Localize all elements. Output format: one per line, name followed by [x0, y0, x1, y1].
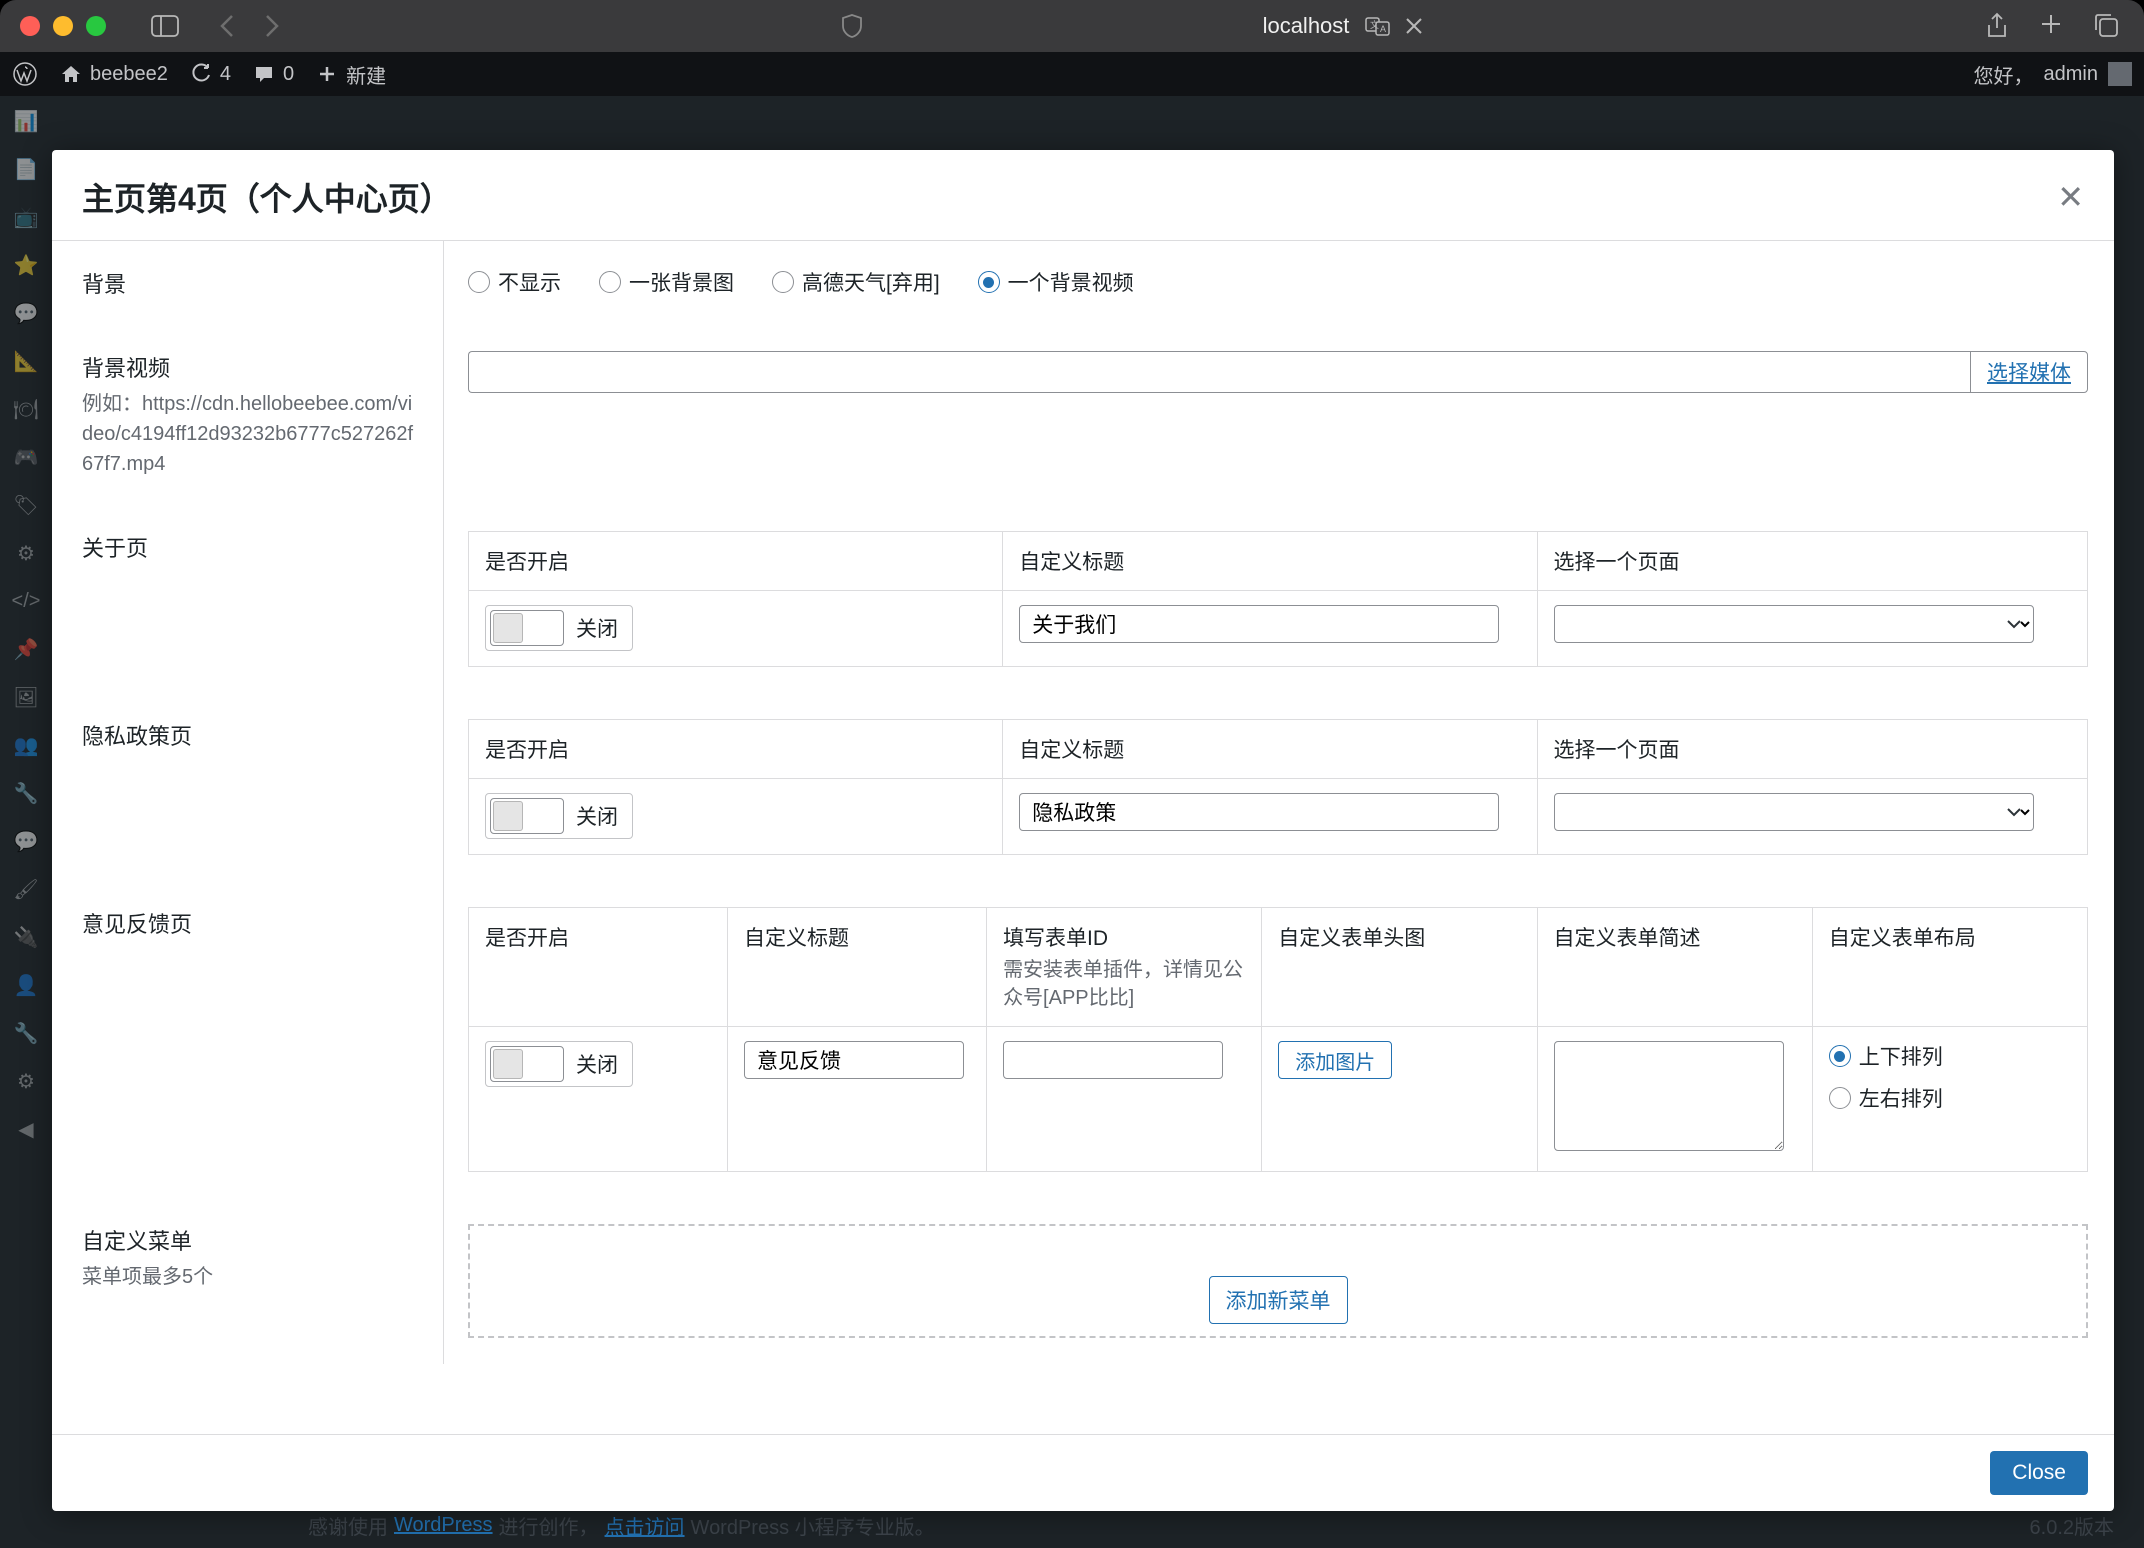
label-background: 背景	[52, 241, 444, 325]
privacy-title-input[interactable]	[1019, 793, 1499, 831]
select-media-button[interactable]: 选择媒体	[1970, 351, 2088, 393]
svg-text:A: A	[1380, 24, 1386, 34]
feedback-col-title: 自定义标题	[728, 908, 987, 1027]
feedback-formid-input[interactable]	[1003, 1041, 1223, 1079]
adminbar-comments[interactable]: 0	[253, 63, 294, 86]
feedback-col-layout: 自定义表单布局	[1812, 908, 2087, 1027]
plus-icon	[316, 63, 338, 85]
browser-titlebar: localhost 文A	[0, 0, 2144, 52]
adminbar-new[interactable]: 新建	[316, 60, 386, 89]
radio-bg-video[interactable]: 一个背景视频	[978, 267, 1134, 297]
about-table: 是否开启 自定义标题 选择一个页面 关闭	[468, 531, 2088, 667]
home-icon	[60, 63, 82, 85]
minimize-window-button[interactable]	[53, 16, 73, 36]
label-custom-menu: 自定义菜单	[82, 1224, 423, 1256]
adminbar-new-label: 新建	[346, 60, 386, 89]
clear-icon[interactable]	[1404, 16, 1424, 36]
label-bgvideo: 背景视频	[82, 351, 423, 383]
adminbar-comments-count: 0	[283, 63, 294, 86]
adminbar-site-name: beebee2	[90, 63, 168, 86]
modal-header: 主页第4页（个人中心页） ✕	[52, 150, 2114, 241]
feedback-col-enable: 是否开启	[469, 908, 728, 1027]
adminbar-user-menu[interactable]: 您好， admin	[1974, 60, 2132, 89]
feedback-table: 是否开启 自定义标题 填写表单ID 需安装表单插件，详情见公众号[APP比比] …	[468, 907, 2088, 1172]
feedback-col-desc: 自定义表单简述	[1537, 908, 1812, 1027]
click-visit-link[interactable]: 点击访问	[605, 1511, 685, 1540]
modal-footer: Close	[52, 1434, 2114, 1511]
adminbar-greeting: 您好，	[1974, 60, 2034, 89]
privacy-page-select[interactable]	[1554, 793, 2034, 831]
modal-title: 主页第4页（个人中心页）	[82, 174, 452, 220]
wordpress-link[interactable]: WordPress	[394, 1514, 493, 1537]
new-tab-icon[interactable]	[2039, 12, 2063, 40]
wp-footer-text: 感谢使用 WordPress 进行创作， 点击访问 WordPress 小程序专…	[308, 1511, 935, 1540]
radio-bg-none[interactable]: 不显示	[468, 267, 561, 297]
adminbar-updates[interactable]: 4	[190, 63, 231, 86]
translate-icon[interactable]: 文A	[1364, 15, 1392, 37]
comment-icon	[253, 63, 275, 85]
settings-modal: 主页第4页（个人中心页） ✕ 背景 不显示 一张背景图 高德天气[弃用] 一个背…	[52, 150, 2114, 1511]
adminbar-username: admin	[2044, 63, 2098, 86]
nav-forward-button[interactable]	[262, 13, 280, 39]
close-window-button[interactable]	[20, 16, 40, 36]
wp-version: 6.0.2版本	[2030, 1511, 2114, 1540]
privacy-col-enable: 是否开启	[469, 720, 1003, 779]
label-privacy: 隐私政策页	[52, 693, 444, 881]
about-page-select[interactable]	[1554, 605, 2034, 643]
window-controls	[20, 16, 106, 36]
about-col-enable: 是否开启	[469, 532, 1003, 591]
adminbar-site-link[interactable]: beebee2	[60, 63, 168, 86]
about-enable-toggle[interactable]	[490, 610, 564, 646]
maximize-window-button[interactable]	[86, 16, 106, 36]
feedback-title-input[interactable]	[744, 1041, 964, 1079]
modal-close-x-button[interactable]: ✕	[2057, 178, 2084, 216]
close-button[interactable]: Close	[1990, 1451, 2088, 1495]
radio-layout-horizontal[interactable]: 左右排列	[1829, 1083, 1943, 1113]
about-col-title: 自定义标题	[1003, 532, 1537, 591]
custom-menu-dropzone: 添加新菜单	[468, 1224, 2088, 1338]
privacy-col-title: 自定义标题	[1003, 720, 1537, 779]
privacy-enable-toggle[interactable]	[490, 798, 564, 834]
about-col-page: 选择一个页面	[1537, 532, 2087, 591]
radio-layout-vertical[interactable]: 上下排列	[1829, 1041, 1943, 1071]
radio-bg-image[interactable]: 一张背景图	[599, 267, 734, 297]
label-feedback: 意见反馈页	[52, 881, 444, 1198]
feedback-toggle-state: 关闭	[576, 1049, 618, 1079]
radio-bg-gaode[interactable]: 高德天气[弃用]	[772, 267, 940, 297]
url-text[interactable]: localhost	[1263, 13, 1350, 39]
add-image-button[interactable]: 添加图片	[1278, 1041, 1392, 1079]
share-icon[interactable]	[1985, 12, 2009, 40]
wp-logo-icon[interactable]	[12, 61, 38, 87]
shield-icon[interactable]	[841, 13, 863, 39]
about-title-input[interactable]	[1019, 605, 1499, 643]
about-toggle-state: 关闭	[576, 613, 618, 643]
label-custom-menu-sub: 菜单项最多5个	[82, 1262, 423, 1292]
privacy-col-page: 选择一个页面	[1537, 720, 2087, 779]
label-about: 关于页	[52, 505, 444, 693]
refresh-icon	[190, 63, 212, 85]
label-bgvideo-sub: 例如：https://cdn.hellobeebee.com/video/c41…	[82, 389, 423, 479]
privacy-toggle-state: 关闭	[576, 801, 618, 831]
privacy-table: 是否开启 自定义标题 选择一个页面 关闭	[468, 719, 2088, 855]
avatar	[2108, 62, 2132, 86]
background-radio-group: 不显示 一张背景图 高德天气[弃用] 一个背景视频	[468, 267, 2088, 297]
feedback-col-formid: 填写表单ID 需安装表单插件，详情见公众号[APP比比]	[987, 908, 1262, 1027]
svg-text:文: 文	[1370, 19, 1379, 30]
wp-admin-bar: beebee2 4 0 新建 您好， admin	[0, 52, 2144, 96]
feedback-col-headerimg: 自定义表单头图	[1262, 908, 1537, 1027]
feedback-desc-textarea[interactable]	[1554, 1041, 1784, 1151]
sidebar-toggle-icon[interactable]	[151, 15, 179, 37]
feedback-enable-toggle[interactable]	[490, 1046, 564, 1082]
nav-back-button[interactable]	[219, 13, 237, 39]
bgvideo-url-input[interactable]	[468, 351, 1970, 393]
add-menu-button[interactable]: 添加新菜单	[1209, 1276, 1348, 1324]
wp-sidebar-collapsed: 📊📄📺⭐💬📐🍽🎮🏷⚙</>📌🖼👥🔧💬🖌🔌👤🔧⚙◀	[0, 96, 52, 1548]
adminbar-updates-count: 4	[220, 63, 231, 86]
tabs-icon[interactable]	[2093, 12, 2119, 40]
